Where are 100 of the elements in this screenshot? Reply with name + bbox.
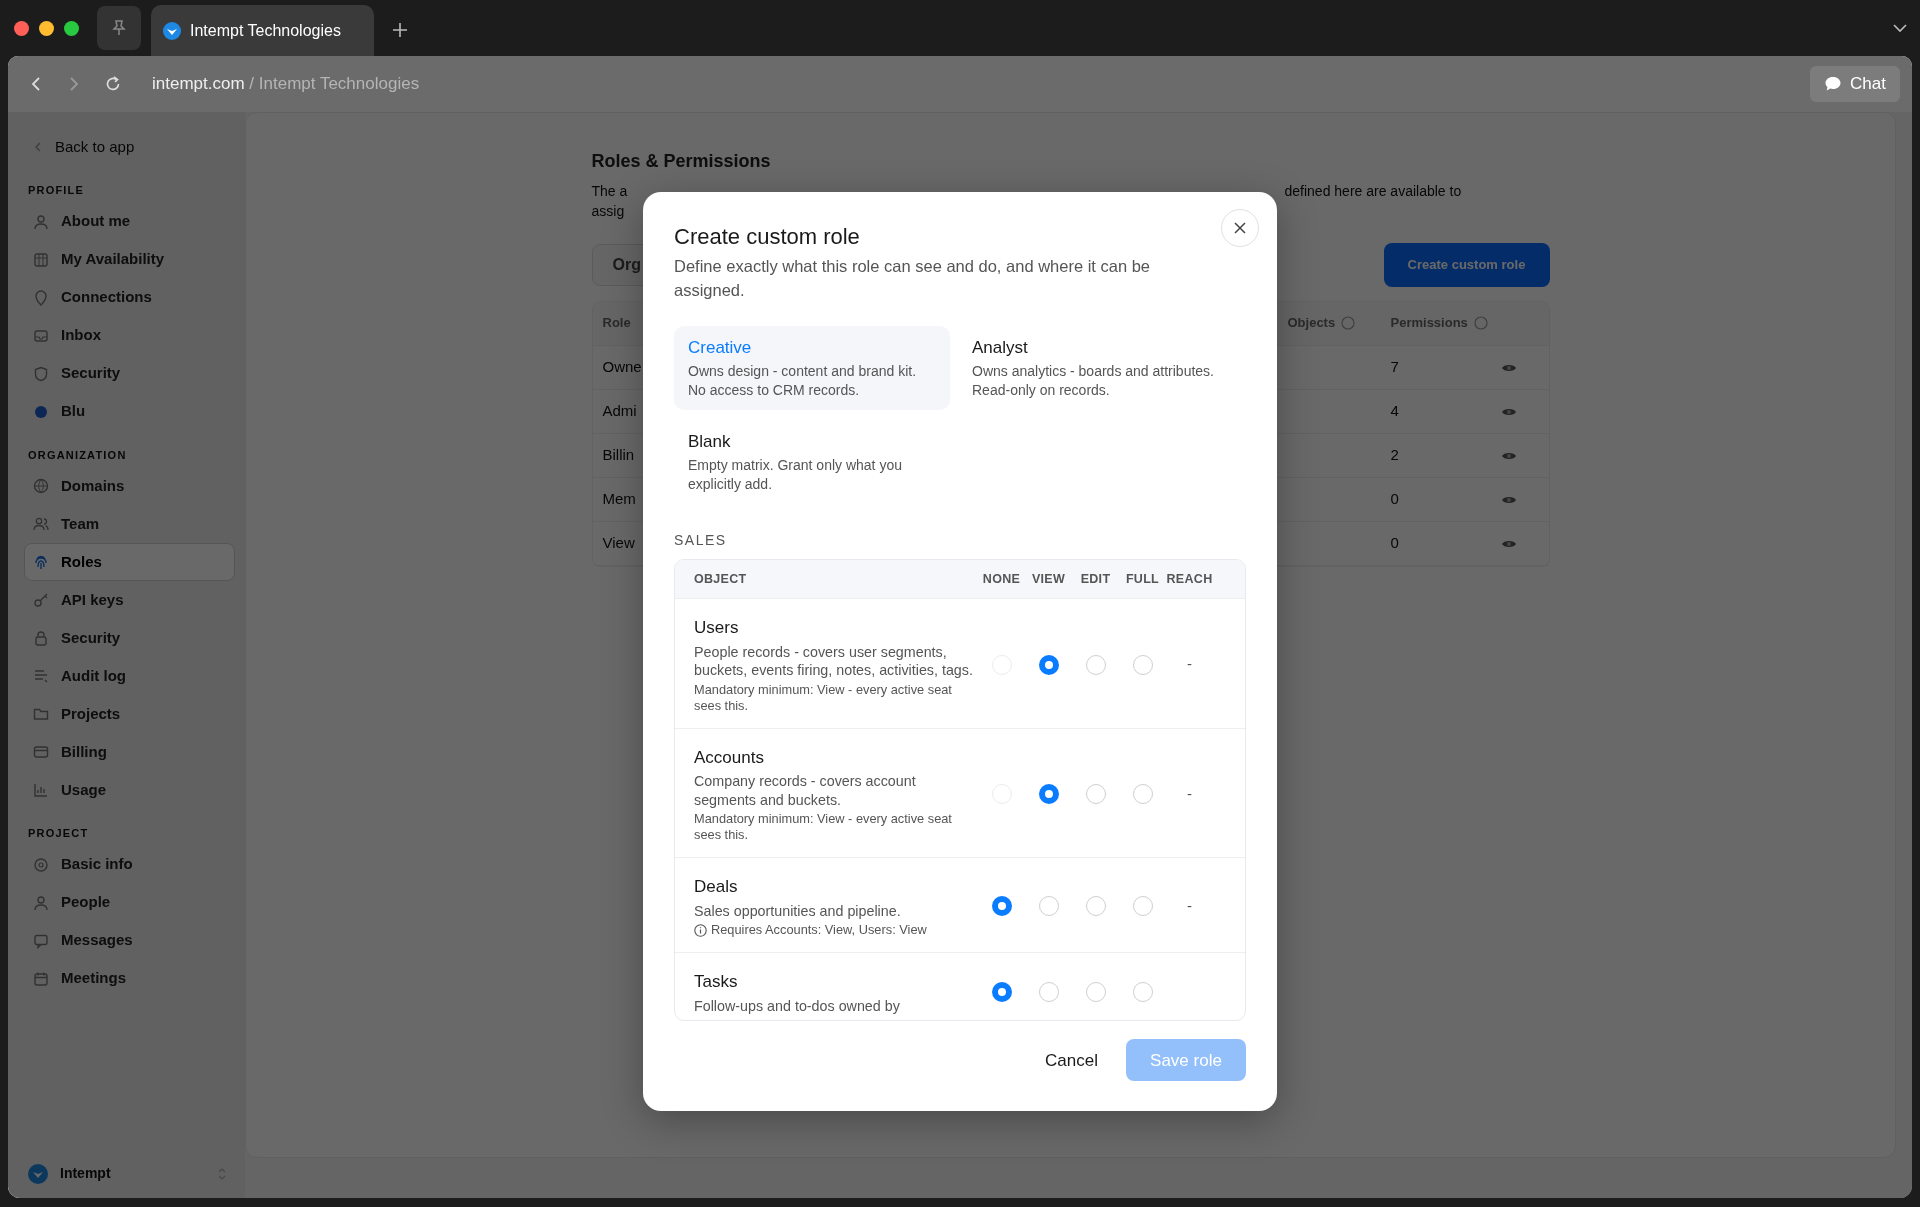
section-heading: ORGANIZATION [28,447,128,463]
radio-button[interactable] [1038,982,1059,1003]
sidebar-item[interactable]: About me [24,202,235,241]
radio-button[interactable] [1085,784,1106,805]
radio-button[interactable] [1132,784,1153,805]
column-header: Role [602,314,631,333]
radio-button[interactable] [991,982,1012,1003]
info-icon [1341,316,1356,331]
object-name: Accounts [694,746,765,769]
object-note: Mandatory minimum: View - every active seat sees this. [694,811,953,844]
column-header: EDIT [1079,571,1112,588]
sidebar-item[interactable]: Billing [24,733,235,771]
people-icon [33,516,49,532]
radio-button[interactable] [1132,654,1153,675]
description-text: defined here are available to [1284,181,1463,201]
pin-button[interactable] [97,6,141,50]
sidebar-item[interactable]: People [24,883,235,922]
list-icon [33,668,49,684]
radio-button[interactable] [1038,784,1059,805]
object-name: Deals [694,876,739,899]
table-cell-text: 0 [1390,488,1399,509]
sidebar-item[interactable]: Usage [24,771,235,809]
radio-button[interactable] [1132,896,1153,917]
window-control-dot[interactable] [14,20,29,36]
folder-icon [33,706,49,722]
card-icon [33,744,49,760]
app-logo-icon [163,21,181,40]
window-control-dot[interactable] [64,20,79,36]
key-icon [33,592,49,608]
radio-button[interactable] [1038,654,1059,675]
sidebar-item[interactable]: Roles [24,543,235,581]
address-text: intempt.com / Intempt Technologies [152,73,420,96]
radio-button[interactable] [1085,896,1106,917]
column-header: NONE [981,571,1022,588]
dialog-subtitle: Define exactly what this role can see and do, and where it can be assigned. [674,256,1152,302]
radio-button[interactable] [1085,982,1106,1003]
column-header: Permissions [1390,314,1468,333]
sidebar-item[interactable]: Basic info [24,845,235,884]
cancel-button[interactable]: Cancel [1035,1039,1108,1082]
person-icon [33,894,49,911]
close-button[interactable] [1221,209,1259,247]
table-cell-text: 0 [1390,532,1399,553]
sidebar-item[interactable]: Connections [24,278,235,317]
object-note: Requires Accounts: View, Users: View [711,922,927,939]
chat-bubble-icon [1824,75,1843,93]
globe-icon [33,478,49,494]
sidebar-item[interactable]: Domains [24,467,235,505]
page-title: Roles & Permissions [591,151,772,173]
radio-button[interactable] [991,896,1012,917]
sidebar-item[interactable]: My Availability [24,240,235,279]
browser-tab[interactable]: Intempt Technologies [151,5,374,56]
back-link[interactable]: Back to app [24,128,235,166]
reach-value: - [1186,654,1193,675]
column-header: VIEW [1030,571,1067,588]
object-name: Users [694,617,740,640]
pin-icon [110,19,128,37]
chart-icon [33,782,49,798]
description-text: assig [591,201,626,221]
sidebar-item[interactable]: Team [24,505,235,543]
sidebar-item[interactable]: Audit log [24,657,235,695]
info-icon [694,924,707,938]
chevron-icon [217,1167,227,1180]
radio-button[interactable] [1132,982,1153,1003]
sidebar-item[interactable]: Meetings [24,959,235,998]
column-header: FULL [1124,571,1161,588]
shield-icon [33,365,49,382]
sidebar-item[interactable]: API keys [24,581,235,619]
sidebar-item[interactable]: Inbox [24,316,235,355]
table-cell-text: 7 [1390,356,1399,377]
sidebar-item[interactable]: Security [24,619,235,657]
workspace-name: Intempt [60,1164,112,1183]
chat-button[interactable]: Chat [1810,66,1900,102]
object-description: Company records - covers account segments and buckets. [694,772,917,810]
column-header: REACH [1166,571,1213,588]
sidebar-item[interactable]: Security [24,354,235,393]
object-name: Tasks [694,971,739,994]
object-description: Sales opportunities and pipeline. [694,901,902,921]
create-role-button[interactable]: Create custom role [1383,242,1550,287]
inbox-icon [33,327,49,344]
table-cell-text: 4 [1390,400,1399,421]
close-icon [1234,222,1246,234]
section-label: SALES [674,531,728,551]
object-description: Follow-ups and to-dos owned by [694,996,901,1016]
sidebar-item[interactable]: Projects [24,695,235,733]
object-note: Mandatory minimum: View - every active seat sees this. [694,681,953,714]
info-icon [1473,316,1488,331]
calendar-icon [33,970,49,987]
object-description: People records - covers user segments, buckets, events firing, notes, activities, tags. [694,642,974,680]
radio-button[interactable] [1085,654,1106,675]
table-cell-text: Billin [602,444,635,465]
reach-value: - [1186,783,1193,804]
radio-button[interactable] [1038,896,1059,917]
sidebar-item[interactable]: Blu [24,392,235,431]
preset-option[interactable]: Creative Owns design - content and brand kit. No access to CRM records. [674,326,950,411]
avatar-dot-icon [33,403,49,420]
reload-icon [104,75,122,93]
sidebar-item[interactable]: Messages [24,921,235,960]
table-cell-text: Mem [602,488,636,509]
fingerprint-icon [33,554,49,570]
window-control-dot[interactable] [39,20,54,36]
